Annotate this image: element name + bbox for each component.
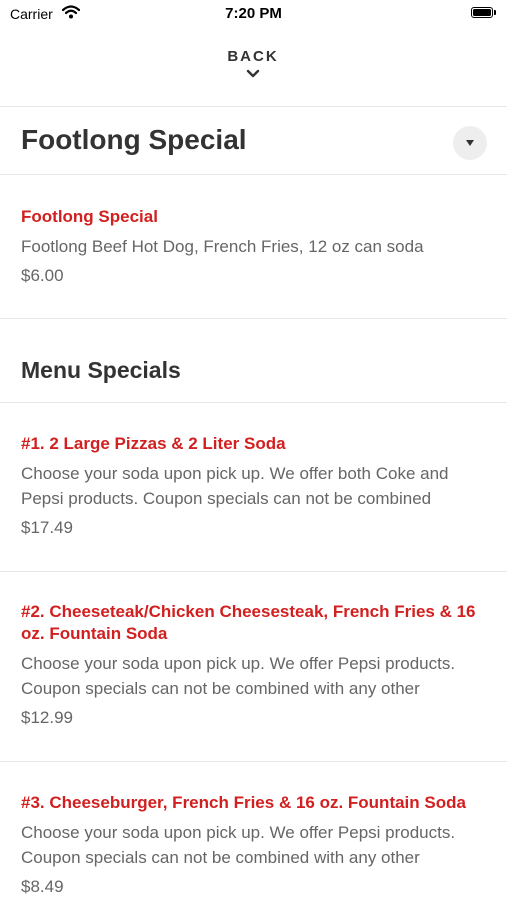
- menu-item-description: Footlong Beef Hot Dog, French Fries, 12 …: [21, 237, 424, 256]
- menu-item-description: Choose your soda upon pick up. We offer …: [21, 823, 456, 867]
- divider: [0, 106, 507, 107]
- menu-item-description: Choose your soda upon pick up. We offer …: [21, 654, 456, 698]
- divider: [0, 402, 507, 403]
- status-time: 7:20 PM: [225, 5, 282, 22]
- back-label: BACK: [227, 48, 279, 65]
- category-dropdown-button[interactable]: [453, 126, 487, 160]
- back-button[interactable]: BACK: [203, 46, 303, 92]
- menu-item[interactable]: #2. Cheeseteak/Chicken Cheesesteak, Fren…: [21, 601, 491, 729]
- page-title: Footlong Special: [21, 124, 247, 155]
- menu-item-description: Choose your soda upon pick up. We offer …: [21, 464, 449, 508]
- menu-item-title: Footlong Special: [21, 207, 158, 226]
- battery-icon: [471, 7, 497, 19]
- caret-down-icon: [466, 140, 474, 146]
- menu-item-title: #1. 2 Large Pizzas & 2 Liter Soda: [21, 434, 286, 453]
- status-bar: Carrier 7:20 PM: [0, 0, 507, 28]
- menu-item-price: $12.99: [21, 708, 73, 727]
- menu-item[interactable]: #3. Cheeseburger, French Fries & 16 oz. …: [21, 792, 491, 898]
- menu-item-price: $6.00: [21, 266, 64, 285]
- divider: [0, 174, 507, 175]
- section-title: Menu Specials: [21, 357, 181, 383]
- menu-item-featured[interactable]: Footlong Special Footlong Beef Hot Dog, …: [21, 206, 491, 287]
- menu-item-title: #3. Cheeseburger, French Fries & 16 oz. …: [21, 793, 466, 812]
- menu-item-price: $17.49: [21, 518, 73, 537]
- menu-item-title: #2. Cheeseteak/Chicken Cheesesteak, Fren…: [21, 602, 476, 643]
- divider: [0, 571, 507, 572]
- divider: [0, 761, 507, 762]
- menu-item[interactable]: #1. 2 Large Pizzas & 2 Liter Soda Choose…: [21, 433, 491, 539]
- divider: [0, 318, 507, 319]
- chevron-down-icon: [246, 69, 260, 78]
- menu-item-price: $8.49: [21, 877, 64, 896]
